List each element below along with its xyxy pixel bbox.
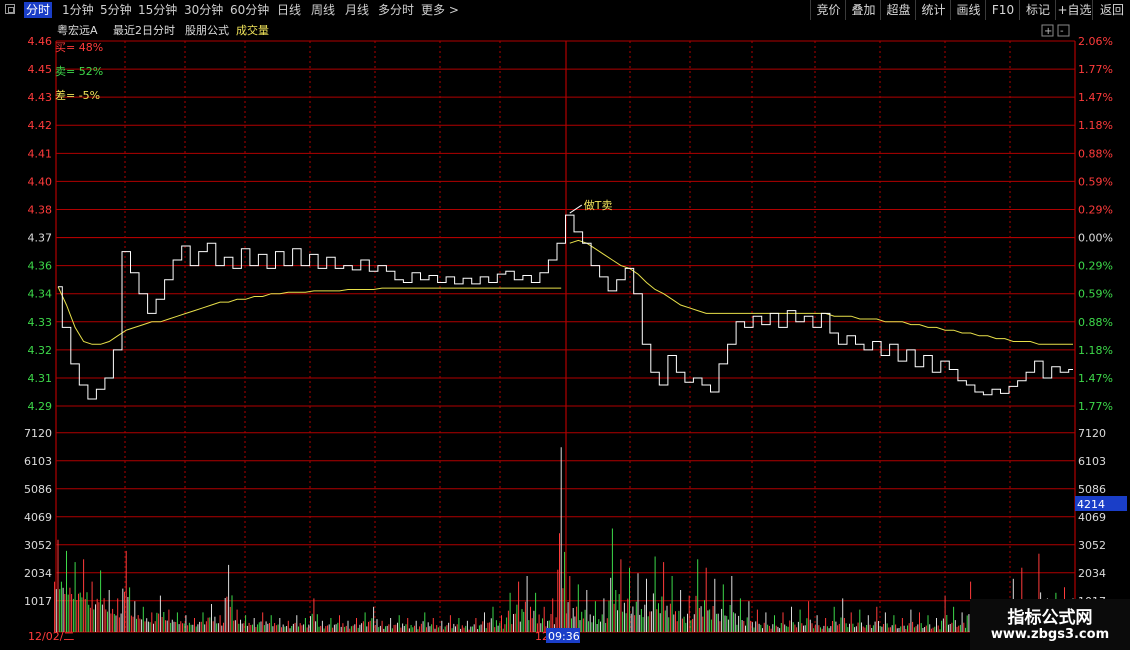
price-tick: 4.34 xyxy=(28,288,53,301)
function-button-8[interactable]: 返回 xyxy=(1092,0,1130,20)
period-tab-8[interactable]: 月线 xyxy=(345,2,369,18)
function-button-6[interactable]: 标记 xyxy=(1019,0,1056,20)
watermark-title: 指标公式网 xyxy=(1007,608,1093,628)
minus-glyph-icon: - xyxy=(1060,26,1064,37)
volume-tick-right: 3052 xyxy=(1078,539,1106,552)
percent-tick: 0.59% xyxy=(1078,175,1113,188)
period-toolbar: 分时 1分钟 5分钟 15分钟 30分钟 60分钟 日线 周线 月线 多分时 更多 > 竞价 叠加 超盘… xyxy=(0,0,1130,21)
percent-tick: 0.88% xyxy=(1078,147,1113,160)
period-tab-10[interactable]: 更多 > xyxy=(421,2,459,18)
function-button-0[interactable]: 竞价 xyxy=(810,0,846,20)
period-tab-4[interactable]: 30分钟 xyxy=(184,2,223,18)
stock-name: 粤宏远A xyxy=(57,23,98,37)
diff-ratio: 差= -5% xyxy=(55,88,100,102)
percent-tick: 0.59% xyxy=(1078,288,1113,301)
volume-cursor-value: 4214 xyxy=(1077,498,1105,511)
watermark-url: www.zbgs3.com xyxy=(990,627,1110,642)
percent-tick: 1.18% xyxy=(1078,119,1113,132)
price-tick: 4.38 xyxy=(28,203,53,216)
buy-sell-indicators: 买= 48% 卖= 52% 差= -5% xyxy=(55,41,103,102)
formula-name: 股朋公式 xyxy=(185,24,229,37)
intraday-chart[interactable]: 粤宏远A 最近2日分时 股朋公式 成交量 + - 买= 48% 卖= 52% 差… xyxy=(0,20,1130,650)
percent-tick: 0.29% xyxy=(1078,260,1113,273)
price-tick: 4.32 xyxy=(28,344,53,357)
volume-tick: 5086 xyxy=(24,483,52,496)
volume-tick: 3052 xyxy=(24,539,52,552)
percent-tick: 0.29% xyxy=(1078,203,1113,216)
volume-tick-right: 2034 xyxy=(1078,567,1106,580)
price-tick: 4.42 xyxy=(28,119,53,132)
volume-tick-right: 4069 xyxy=(1078,511,1106,524)
plus-glyph-icon: + xyxy=(1044,26,1052,37)
percent-tick: 2.06% xyxy=(1078,35,1113,48)
period-tab-9[interactable]: 多分时 xyxy=(378,2,414,18)
period-tab-5[interactable]: 60分钟 xyxy=(230,2,269,18)
volume-tick: 2034 xyxy=(24,567,52,580)
price-tick: 4.40 xyxy=(28,175,53,188)
price-tick: 4.29 xyxy=(28,400,53,413)
period-tab-7[interactable]: 周线 xyxy=(311,2,335,18)
time-cursor-label: 09:36 xyxy=(548,630,580,643)
percent-tick: 0.88% xyxy=(1078,316,1113,329)
price-tick: 4.43 xyxy=(28,91,53,104)
price-tick: 4.33 xyxy=(28,316,53,329)
function-button-5[interactable]: F10 xyxy=(985,0,1020,20)
percent-tick: 1.18% xyxy=(1078,344,1113,357)
volume-tick-right: 7120 xyxy=(1078,427,1106,440)
volume-tick: 7120 xyxy=(24,427,52,440)
function-button-3[interactable]: 统计 xyxy=(915,0,951,20)
site-watermark: 指标公式网 www.zbgs3.com xyxy=(970,599,1130,650)
percent-tick: 1.77% xyxy=(1078,400,1113,413)
percent-tick: 1.77% xyxy=(1078,63,1113,76)
period-tab-1[interactable]: 1分钟 xyxy=(62,2,94,18)
volume-label: 成交量 xyxy=(236,23,269,37)
volume-tick: 4069 xyxy=(24,511,52,524)
function-button-2[interactable]: 超盘 xyxy=(880,0,916,20)
panel-toggle-icon[interactable] xyxy=(5,4,15,14)
period-tab-0[interactable]: 分时 xyxy=(24,2,53,18)
percent-tick: 0.00% xyxy=(1078,232,1113,245)
function-button-7[interactable]: +自选 xyxy=(1055,0,1093,20)
period-tab-6[interactable]: 日线 xyxy=(277,2,301,18)
period-tab-2[interactable]: 5分钟 xyxy=(100,2,132,18)
price-tick: 4.37 xyxy=(28,232,53,245)
price-tick: 4.31 xyxy=(28,372,53,385)
volume-tick: 6103 xyxy=(24,455,52,468)
function-button-4[interactable]: 画线 xyxy=(950,0,986,20)
volume-tick-right: 6103 xyxy=(1078,455,1106,468)
price-tick: 4.41 xyxy=(28,147,53,160)
volume-cursor-box: 4214 xyxy=(1075,496,1127,511)
price-tick: 4.45 xyxy=(28,63,53,76)
price-tick: 4.36 xyxy=(28,260,53,273)
sell-ratio: 卖= 52% xyxy=(55,65,103,78)
chart-mode: 最近2日分时 xyxy=(113,24,175,37)
date-label: 12/02/二 xyxy=(28,630,74,643)
percent-tick: 1.47% xyxy=(1078,372,1113,385)
function-button-1[interactable]: 叠加 xyxy=(845,0,881,20)
percent-tick: 1.47% xyxy=(1078,91,1113,104)
volume-tick: 1017 xyxy=(24,595,52,608)
price-tick: 4.46 xyxy=(28,35,53,48)
annotation-label: 做T卖 xyxy=(584,198,613,212)
volume-tick-right: 5086 xyxy=(1078,483,1106,496)
period-tab-3[interactable]: 15分钟 xyxy=(138,2,177,18)
buy-ratio: 买= 48% xyxy=(55,41,103,54)
